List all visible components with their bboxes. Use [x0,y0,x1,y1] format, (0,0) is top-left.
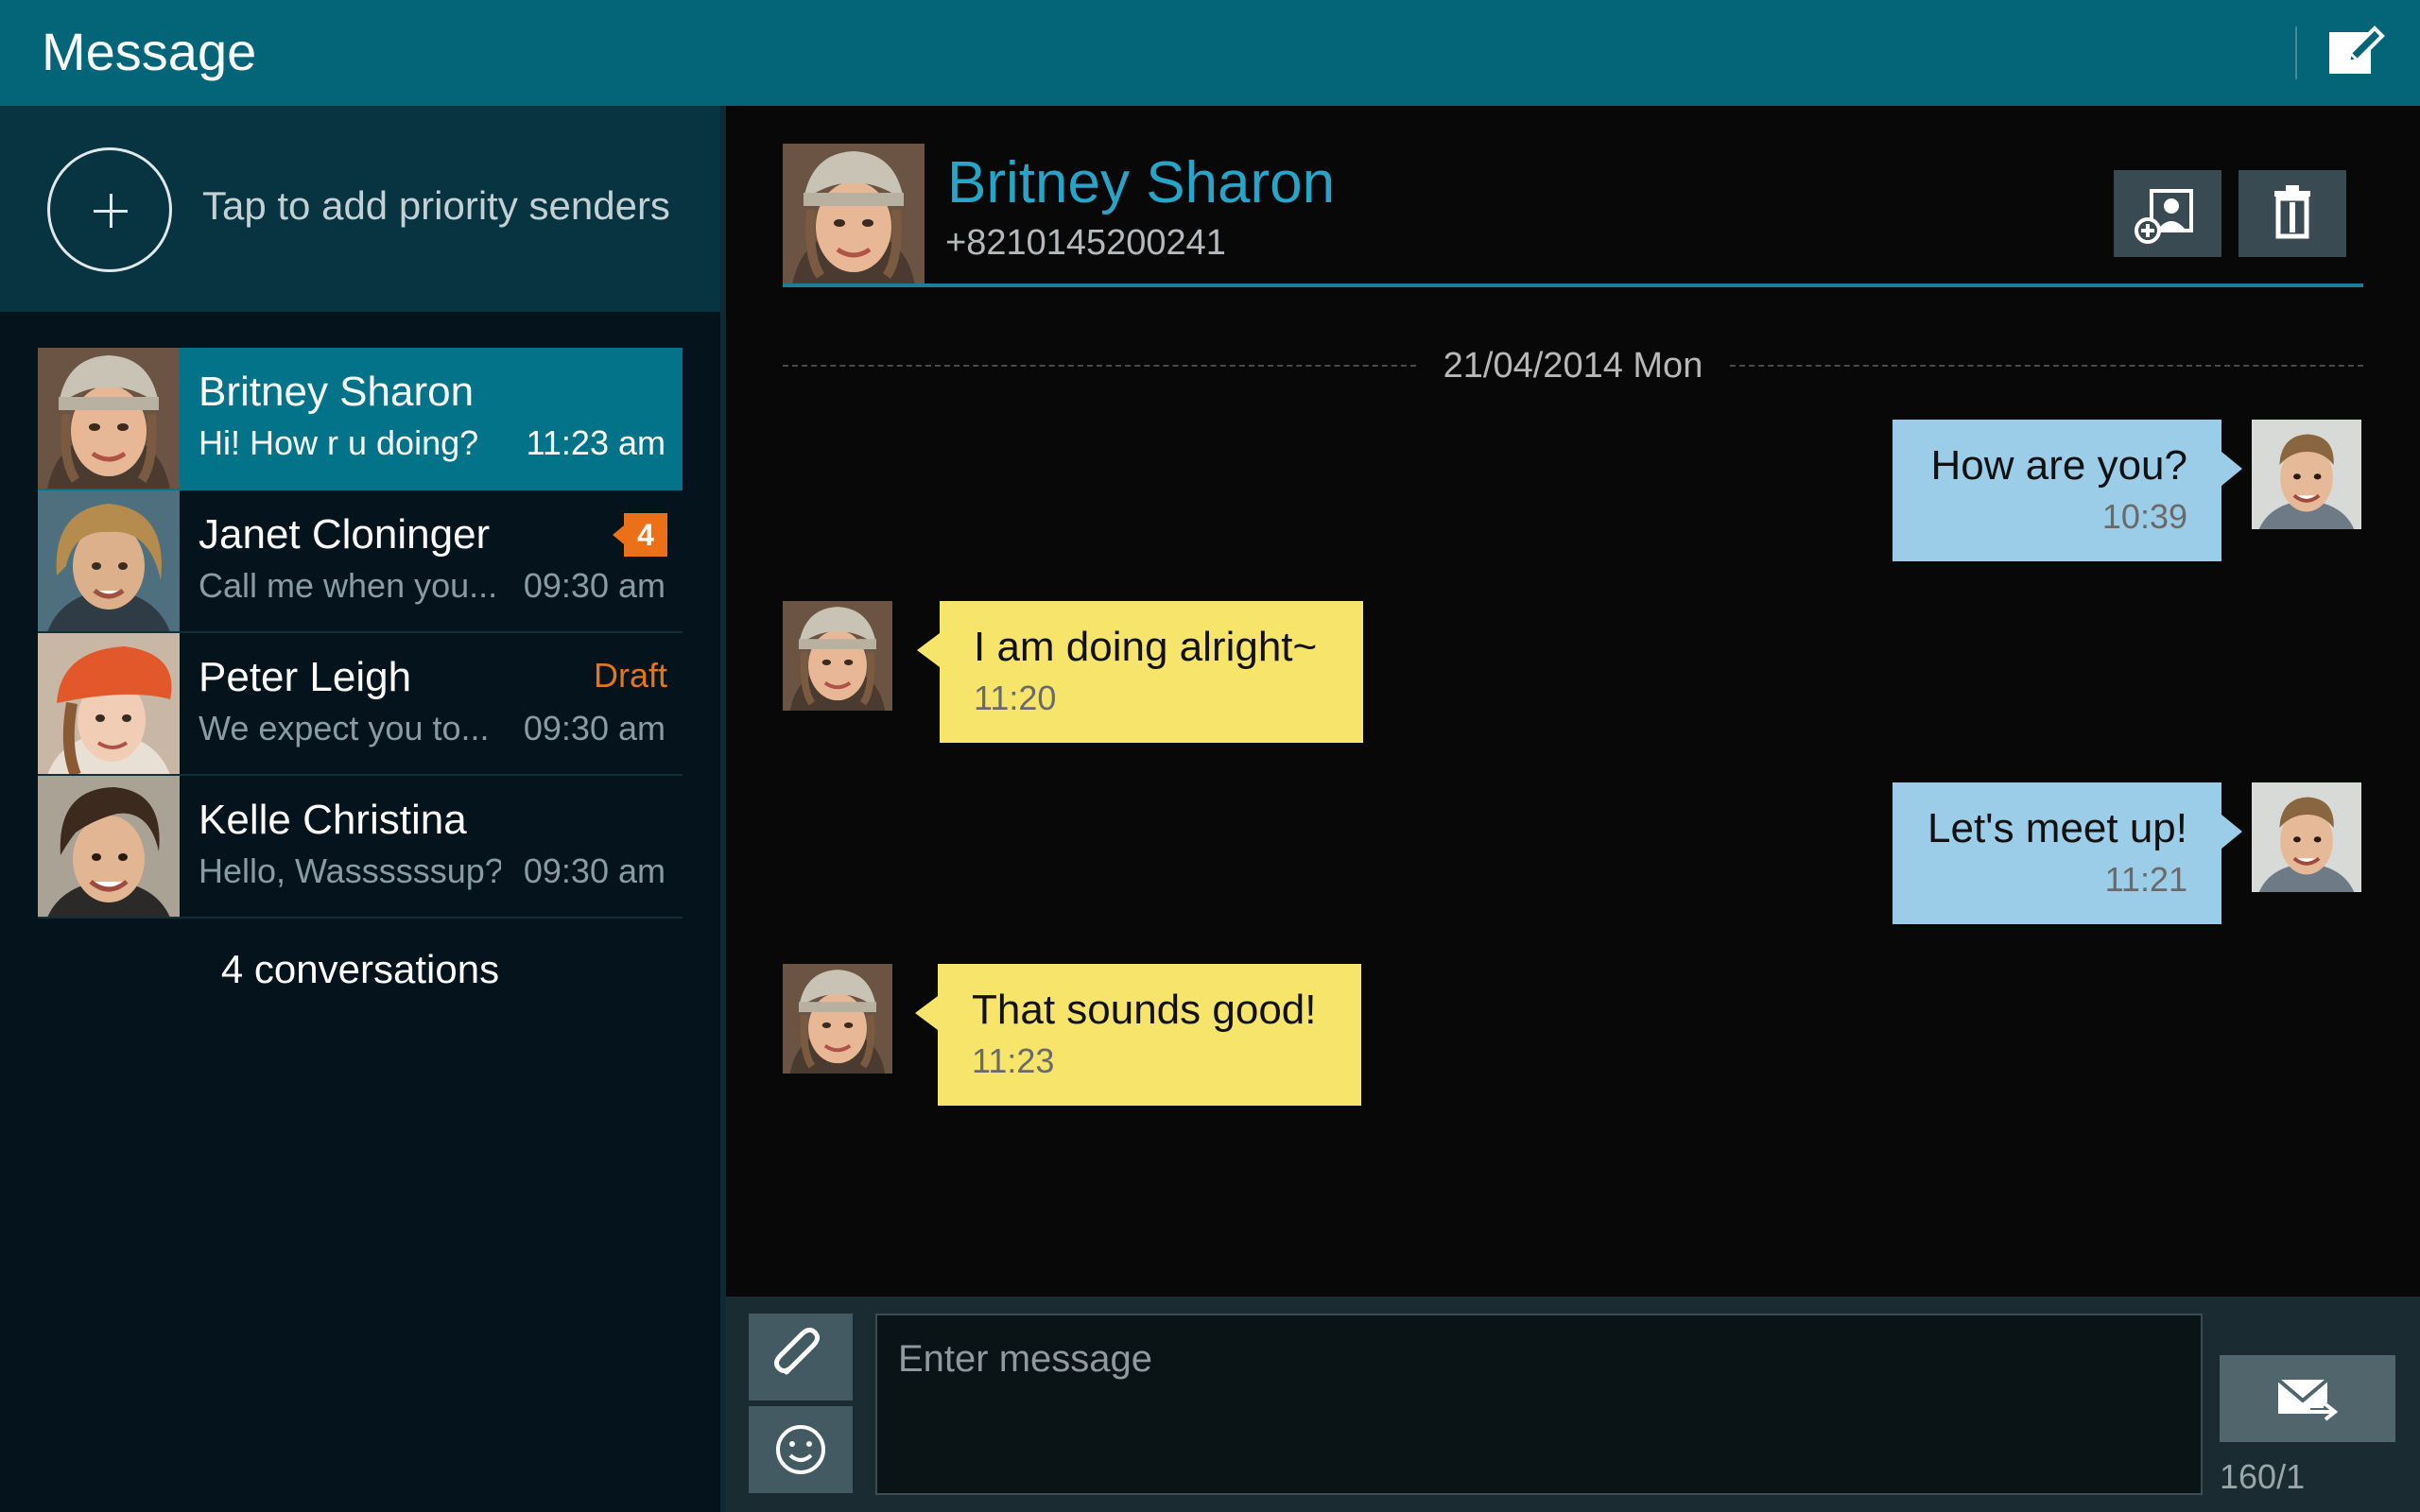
conversation-preview: Call me when you... [199,566,498,605]
message-time: 11:23 [972,1041,1055,1080]
my-avatar [2252,782,2361,892]
conversation-list: Britney Sharon Hi! How r u doing? 11:23 … [38,348,683,919]
message-text: Let's meet up! [1927,805,2187,851]
unread-badge: 4 [613,513,667,557]
avatar [38,490,180,631]
conversation-preview: Hi! How r u doing? [199,423,479,462]
conversation-name: Peter Leigh [199,654,412,700]
conversation-preview: Hello, Wassssssup?! [199,851,501,890]
avatar [38,776,180,917]
conversation-item-britney-sharon[interactable]: Britney Sharon Hi! How r u doing? 11:23 … [38,348,683,490]
send-button[interactable] [2220,1355,2395,1442]
my-avatar [2252,420,2361,529]
message-bubble-incoming[interactable]: I am doing alright~ 11:20 [917,601,1363,743]
date-divider: 21/04/2014 Mon [783,342,2363,389]
avatar [38,348,180,489]
add-contact-icon [2135,189,2193,244]
conversation-panel: Tap to add priority senders Britney Shar… [0,106,720,1512]
plus-icon[interactable] [47,147,172,272]
priority-senders-label: Tap to add priority senders [202,183,670,228]
message-composer: 160/1 [726,1297,2420,1512]
message-bubble-outgoing[interactable]: How are you? 10:39 [1893,420,2242,561]
title-divider [2295,26,2297,79]
conversation-count: 4 conversations [220,947,500,991]
contact-name: Britney Sharon [947,150,1336,215]
date-label: 21/04/2014 Mon [1427,346,1719,386]
messaging-app: Message Tap to add priority senders Brit… [0,0,2420,1512]
conversation-preview: We expect you to... [199,709,490,747]
conversation-item-kelle-christina[interactable]: Kelle Christina Hello, Wassssssup?! 09:3… [38,776,683,919]
add-contact-button[interactable] [2114,170,2221,257]
contact-message-avatar [783,601,892,711]
emoticon-button[interactable] [749,1406,853,1493]
conversation-item-peter-leigh[interactable]: Peter Leigh Draft We expect you to... 09… [38,633,683,776]
message-time: 11:21 [2104,860,2187,899]
message-text: I am doing alright~ [974,624,1318,670]
conversation-time: 11:23 am [526,423,666,462]
app-title: Message [42,22,257,81]
compose-button[interactable] [2322,23,2390,83]
message-input[interactable] [875,1314,2203,1495]
send-icon [2276,1378,2342,1423]
chat-panel: Britney Sharon +8210145200241 21/04/2014… [726,106,2420,1297]
conversation-time: 09:30 am [523,566,666,605]
priority-senders-bar[interactable]: Tap to add priority senders [0,106,720,312]
conversation-time: 09:30 am [523,851,666,890]
conversation-name: Janet Cloninger [199,511,491,558]
trash-icon [2274,185,2310,239]
contact-header-underline [783,284,2363,287]
attach-button[interactable] [749,1314,853,1400]
message-bubble-incoming[interactable]: That sounds good! 11:23 [915,964,1361,1106]
contact-avatar[interactable] [783,144,925,285]
conversation-time: 09:30 am [523,709,666,747]
contact-number: +8210145200241 [945,223,1226,263]
message-time: 10:39 [2101,497,2187,536]
conversation-item-janet-cloninger[interactable]: Janet Cloninger 4 Call me when you... 09… [38,490,683,633]
compose-icon [2329,26,2385,74]
conversation-name: Britney Sharon [199,369,475,415]
delete-button[interactable] [2238,170,2346,257]
message-text: How are you? [1930,442,2187,489]
message-text: That sounds good! [972,987,1317,1033]
message-time: 11:20 [974,679,1057,717]
smiley-icon [776,1425,825,1474]
conversation-name: Kelle Christina [199,797,467,843]
title-bar: Message [0,0,2420,106]
paperclip-icon [773,1327,821,1375]
draft-label: Draft [593,656,667,695]
character-count: 160/1 [2220,1457,2306,1496]
contact-message-avatar [783,964,892,1074]
message-bubble-outgoing[interactable]: Let's meet up! 11:21 [1893,782,2242,924]
avatar [38,633,180,774]
